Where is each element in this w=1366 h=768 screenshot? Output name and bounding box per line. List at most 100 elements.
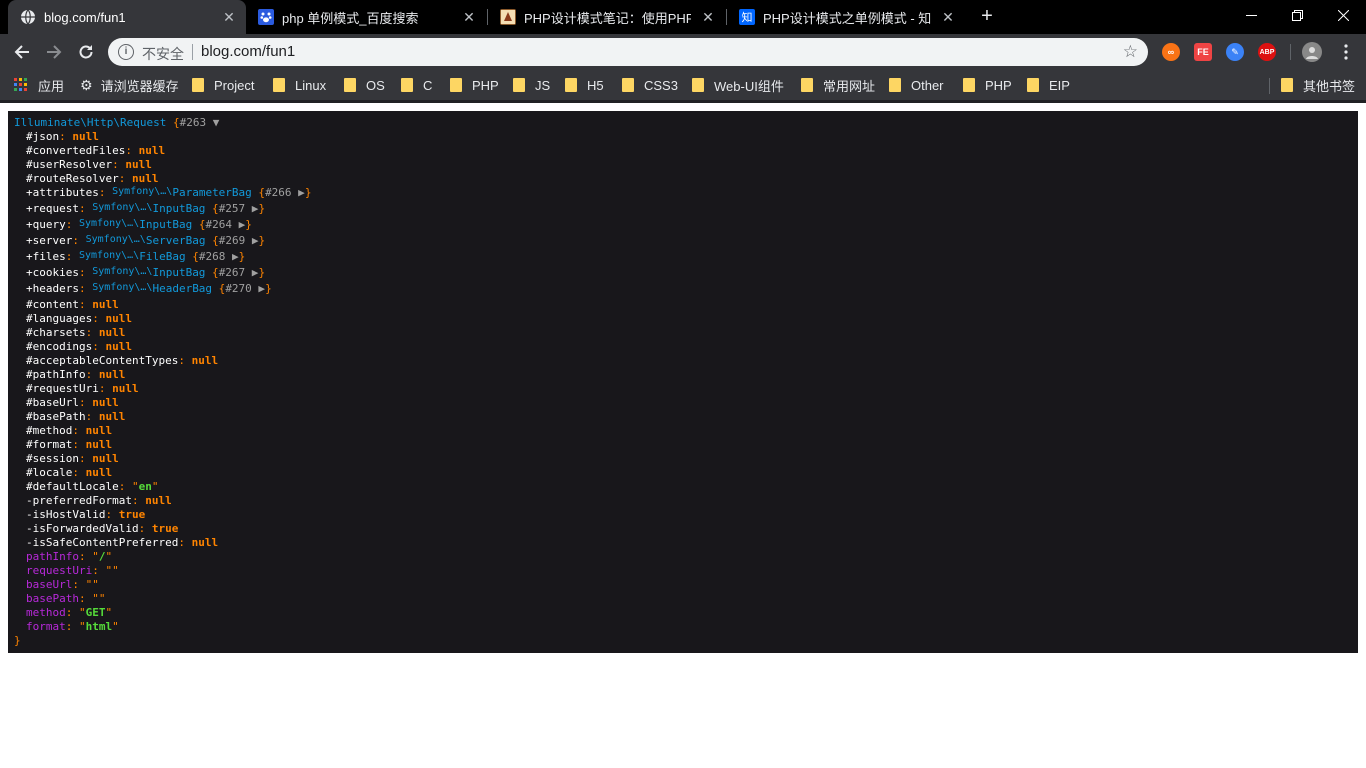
property-class-name: ServerBag: [145, 234, 206, 247]
bookmark-label: OS: [366, 77, 385, 93]
tab-blog[interactable]: blog.com/fun1 ✕: [8, 0, 246, 34]
property-value: null: [125, 158, 152, 171]
close-icon[interactable]: ✕: [460, 8, 478, 26]
reload-button[interactable]: [74, 40, 98, 64]
bookmark-folder-css3[interactable]: CSS3: [622, 76, 678, 94]
property-visibility: -: [26, 522, 33, 535]
property-key: isForwardedValid: [32, 522, 139, 535]
dump-property-isForwardedValid: -isForwardedValid: true: [26, 522, 179, 535]
color-picker-extension-icon[interactable]: ✎: [1226, 43, 1244, 61]
folder-icon: [692, 78, 704, 92]
restore-button[interactable]: [1274, 0, 1320, 30]
expand-toggle-icon[interactable]: ▶: [292, 186, 305, 199]
folder-icon: [622, 78, 634, 92]
close-icon[interactable]: ✕: [220, 8, 238, 26]
bookmark-folder-web-ui[interactable]: Web-UI组件: [692, 76, 784, 94]
dump-property-session: #session: null: [26, 452, 119, 465]
minimize-button[interactable]: [1228, 0, 1274, 30]
property-value: null: [92, 298, 119, 311]
bookmark-folder-os[interactable]: OS: [344, 76, 385, 94]
tab-baidu[interactable]: php 单例模式_百度搜索 ✕: [246, 0, 486, 34]
dump-property-server: +server: Symfony\…\ServerBag {#269 ▶}: [26, 234, 266, 247]
tab-strip: blog.com/fun1 ✕ php 单例模式_百度搜索 ✕ PHP设计模式笔…: [0, 0, 1366, 34]
expand-toggle-icon[interactable]: ▶: [225, 250, 239, 263]
bookmark-label: 其他书签: [1303, 78, 1356, 94]
tab-title: PHP设计模式笔记：使用PHP实现: [524, 10, 691, 26]
adblock-plus-extension-icon[interactable]: ABP: [1258, 43, 1276, 61]
property-value: null: [191, 536, 219, 549]
bookmark-folder-other[interactable]: Other: [889, 76, 944, 94]
dump-property-format: #format: null: [26, 438, 113, 451]
dump-property-format: format: "html": [26, 620, 119, 633]
bookmark-folder-php[interactable]: PHP: [450, 76, 499, 94]
forward-button[interactable]: [42, 40, 66, 64]
property-key: files: [32, 250, 66, 263]
close-window-button[interactable]: [1320, 0, 1366, 30]
menu-button[interactable]: [1334, 40, 1358, 64]
property-key: pathInfo: [32, 368, 86, 381]
collapse-toggle-icon[interactable]: ▼: [213, 116, 220, 129]
property-key: server: [32, 234, 73, 247]
bookmark-apps[interactable]: 应用: [14, 76, 64, 94]
expand-toggle-icon[interactable]: ▶: [245, 266, 259, 279]
folder-icon: [450, 78, 462, 92]
dump-property-requestUri: #requestUri: null: [26, 382, 139, 395]
new-tab-button[interactable]: +: [977, 6, 997, 27]
fe-helper-extension-icon[interactable]: FE: [1194, 43, 1212, 61]
bookmark-label: PHP: [472, 77, 499, 93]
property-value: html: [85, 620, 113, 633]
property-key: acceptableContentTypes: [32, 354, 179, 367]
bookmark-folder-h5[interactable]: H5: [565, 76, 604, 94]
folder-icon: [1281, 78, 1293, 92]
tab-zhihu[interactable]: 知 PHP设计模式之单例模式 - 知乎 ✕: [727, 0, 965, 34]
url-text[interactable]: blog.com/fun1: [201, 43, 295, 60]
property-key: convertedFiles: [32, 144, 126, 157]
close-window-icon: [1337, 9, 1349, 21]
bookmark-folder-linux[interactable]: Linux: [273, 76, 326, 94]
folder-icon: [344, 78, 356, 92]
folder-icon: [513, 78, 525, 92]
bookmark-folder-eip[interactable]: EIP: [1027, 76, 1070, 94]
property-ref: #266: [265, 186, 292, 199]
dump-property-userResolver: #userResolver: null: [26, 158, 152, 171]
bookmark-folder-common-sites[interactable]: 常用网址: [801, 76, 875, 94]
infinity-extension-icon[interactable]: ∞: [1162, 43, 1180, 61]
bookmark-folder-php-2[interactable]: PHP: [963, 76, 1012, 94]
expand-toggle-icon[interactable]: ▶: [245, 234, 259, 247]
bookmark-folder-js[interactable]: JS: [513, 76, 550, 94]
property-class-name: HeaderBag: [152, 282, 213, 295]
property-visibility: #: [26, 382, 33, 395]
address-bar[interactable]: i 不安全 blog.com/fun1 ☆: [108, 38, 1148, 66]
property-visibility: +: [26, 186, 33, 199]
property-visibility: +: [26, 266, 33, 279]
dump-open-brace: {: [166, 116, 180, 129]
bookmark-clear-cache[interactable]: ⚙ 请浏览器缓存: [80, 76, 179, 94]
dump-property-content: #content: null: [26, 298, 119, 311]
bookmark-folder-project[interactable]: Project: [192, 76, 254, 94]
close-icon[interactable]: ✕: [939, 8, 957, 26]
baidu-paw-icon: [258, 9, 274, 25]
property-visibility: #: [26, 438, 33, 451]
tab-php-notes[interactable]: PHP设计模式笔记：使用PHP实现 ✕: [488, 0, 725, 34]
reload-icon: [79, 45, 93, 59]
expand-toggle-icon[interactable]: ▶: [252, 282, 265, 295]
property-key: json: [32, 130, 60, 143]
forward-arrow-icon: [47, 45, 62, 59]
close-icon[interactable]: ✕: [699, 8, 717, 26]
info-icon[interactable]: i: [118, 44, 134, 60]
property-value: null: [105, 340, 132, 353]
avatar[interactable]: [1302, 42, 1322, 62]
property-value: null: [138, 144, 166, 157]
restore-icon: [1291, 9, 1303, 21]
property-key: method: [26, 606, 66, 619]
property-key: request: [32, 202, 79, 215]
property-value: null: [98, 368, 126, 381]
bookmark-folder-other-bookmarks[interactable]: 其他书签: [1281, 76, 1355, 94]
toolbar: i 不安全 blog.com/fun1 ☆ ∞ FE ✎ ABP: [0, 34, 1366, 70]
expand-toggle-icon[interactable]: ▶: [232, 218, 246, 231]
expand-toggle-icon[interactable]: ▶: [245, 202, 259, 215]
bookmark-folder-c[interactable]: C: [401, 76, 432, 94]
bookmark-star-icon[interactable]: ☆: [1123, 42, 1138, 62]
tab-title: blog.com/fun1: [44, 9, 126, 25]
back-button[interactable]: [10, 40, 34, 64]
